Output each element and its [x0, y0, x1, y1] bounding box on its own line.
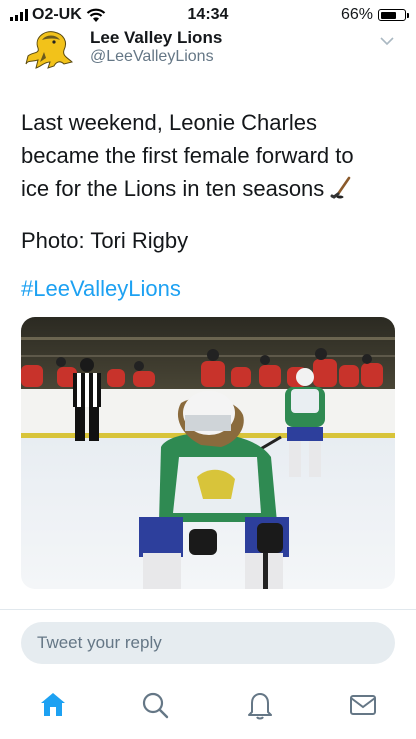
tweet-text: Last weekend, Leonie Charles became the … — [21, 106, 401, 205]
tweet-header: Lee Valley Lions @LeeValleyLions — [0, 26, 416, 72]
tweet-line: ice for the Lions in ten seasons — [21, 176, 325, 201]
profile-name[interactable]: Lee Valley Lions — [90, 28, 222, 48]
profile-handle[interactable]: @LeeValleyLions — [90, 48, 214, 66]
tweet-line: Last weekend, Leonie Charles — [21, 110, 317, 135]
reply-input[interactable]: Tweet your reply — [21, 622, 395, 664]
chevron-down-icon[interactable] — [380, 34, 394, 48]
lion-logo-avatar[interactable] — [24, 28, 76, 70]
envelope-icon — [350, 695, 376, 715]
battery-icon — [378, 9, 409, 21]
battery-percent: 66% — [340, 6, 373, 23]
ice-hockey-emoji-icon — [330, 176, 351, 199]
battery: 66% — [340, 6, 409, 24]
photo-credit: Photo: Tori Rigby — [21, 228, 189, 253]
tab-notifications[interactable] — [243, 688, 277, 722]
reply-placeholder: Tweet your reply — [37, 633, 162, 652]
search-icon — [142, 692, 169, 719]
tab-messages[interactable] — [346, 688, 380, 722]
hashtag-link[interactable]: #LeeValleyLions — [21, 276, 181, 302]
tab-search[interactable] — [138, 688, 172, 722]
divider — [0, 609, 416, 610]
tab-home[interactable] — [36, 688, 70, 722]
tweet-line: became the first female forward to — [21, 143, 354, 168]
bottom-tab-bar — [0, 680, 416, 730]
home-icon — [41, 693, 65, 716]
bell-icon — [248, 693, 272, 720]
hockey-photo — [21, 317, 395, 589]
tweet-photo[interactable] — [21, 317, 395, 589]
